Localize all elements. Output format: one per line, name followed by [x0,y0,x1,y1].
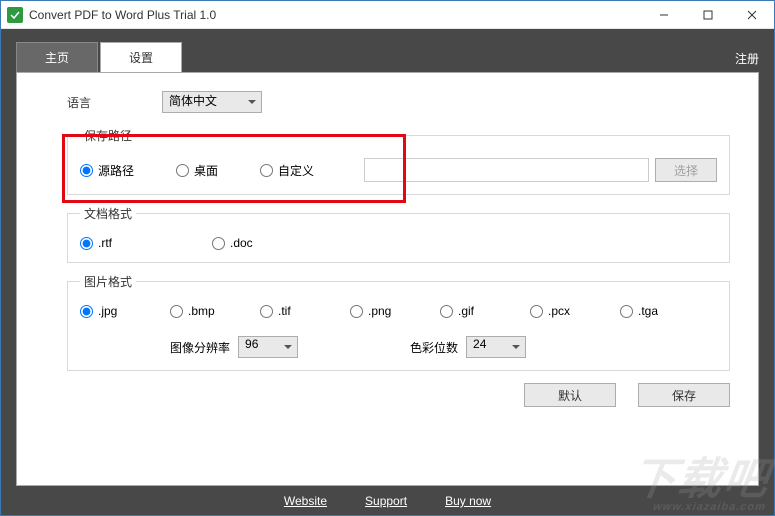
language-label: 语言 [67,94,162,111]
titlebar: Convert PDF to Word Plus Trial 1.0 [1,1,774,29]
savepath-input[interactable] [364,158,649,182]
bottom-buttons: 默认 保存 [67,383,730,407]
savepath-radio-desktop[interactable]: 桌面 [176,162,218,179]
imgformat-radio-jpg[interactable]: .jpg [80,304,170,318]
savepath-legend: 保存路径 [80,127,136,144]
tab-home[interactable]: 主页 [16,42,98,72]
language-dropdown[interactable]: 简体中文 [162,91,262,113]
colordepth-label: 色彩位数 [410,339,458,356]
resolution-label: 图像分辨率 [170,339,230,356]
footer-support-link[interactable]: Support [365,494,407,508]
resolution-dropdown[interactable]: 96 [238,336,298,358]
imgformat-radio-tif[interactable]: .tif [260,304,350,318]
savepath-radio-src[interactable]: 源路径 [80,162,134,179]
savepath-radio-custom[interactable]: 自定义 [260,162,314,179]
minimize-button[interactable] [642,1,686,29]
docformat-group: 文档格式 .rtf .doc [67,205,730,263]
imgformat-group: 图片格式 .jpg .bmp .tif .png .gif .pcx .tga … [67,273,730,371]
app-window: Convert PDF to Word Plus Trial 1.0 主页 设置… [0,0,775,516]
docformat-radio-rtf[interactable]: .rtf [80,236,170,250]
app-icon [7,7,23,23]
imgformat-radio-bmp[interactable]: .bmp [170,304,260,318]
footer-website-link[interactable]: Website [284,494,327,508]
save-button[interactable]: 保存 [638,383,730,407]
footer: Website Support Buy now [1,487,774,515]
colordepth-dropdown[interactable]: 24 [466,336,526,358]
settings-panel: 语言 简体中文 保存路径 源路径 桌面 自定义 选择 文档格式 [16,72,759,486]
browse-button[interactable]: 选择 [655,158,717,182]
savepath-group: 保存路径 源路径 桌面 自定义 选择 [67,127,730,195]
imgformat-radio-gif[interactable]: .gif [440,304,530,318]
footer-buy-link[interactable]: Buy now [445,494,491,508]
maximize-button[interactable] [686,1,730,29]
window-title: Convert PDF to Word Plus Trial 1.0 [29,8,642,22]
close-button[interactable] [730,1,774,29]
tab-settings[interactable]: 设置 [100,42,182,72]
imgformat-radio-pcx[interactable]: .pcx [530,304,620,318]
imgformat-legend: 图片格式 [80,273,136,290]
language-value: 简体中文 [162,91,262,113]
docformat-radio-doc[interactable]: .doc [212,236,253,250]
tabs-row: 主页 设置 注册 [16,44,759,72]
default-button[interactable]: 默认 [524,383,616,407]
imgformat-radio-tga[interactable]: .tga [620,304,710,318]
imgformat-radio-png[interactable]: .png [350,304,440,318]
docformat-legend: 文档格式 [80,205,136,222]
language-row: 语言 简体中文 [67,91,730,113]
content-area: 主页 设置 注册 语言 简体中文 保存路径 源路径 桌面 自定义 选择 [1,29,774,515]
register-link[interactable]: 注册 [735,50,759,67]
